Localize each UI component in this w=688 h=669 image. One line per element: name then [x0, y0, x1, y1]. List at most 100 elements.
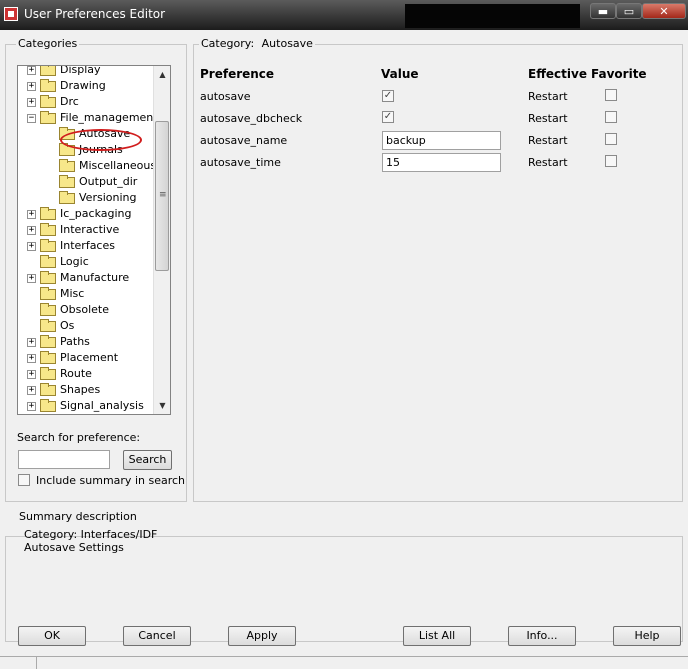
tree-item[interactable]: + Signal_analysis	[18, 398, 152, 414]
favorite-checkbox-autosave[interactable]	[605, 89, 617, 101]
pref-name-autosave-name: autosave_name	[200, 134, 288, 147]
minimize-button[interactable]: ▬	[590, 3, 616, 19]
tree-item[interactable]: + Route	[18, 366, 152, 382]
favorite-checkbox-autosave-time[interactable]	[605, 155, 617, 167]
folder-icon	[40, 351, 56, 364]
tree-item[interactable]: + Display	[18, 65, 152, 78]
maximize-button[interactable]: ▭	[616, 3, 642, 19]
collapse-icon[interactable]: −	[27, 114, 36, 123]
tree-item[interactable]: + Paths	[18, 334, 152, 350]
tree-item-label: Ic_packaging	[60, 207, 132, 220]
tree-item-label: Interfaces	[60, 239, 115, 252]
tree-item-label: Misc	[60, 287, 85, 300]
folder-icon	[40, 319, 56, 332]
pref-name-autosave-time: autosave_time	[200, 156, 281, 169]
expand-icon[interactable]: +	[27, 386, 36, 395]
header-effective: Effective	[528, 67, 587, 81]
expand-icon[interactable]: +	[27, 82, 36, 91]
title-bar-region	[405, 4, 580, 28]
window-title: User Preferences Editor	[24, 7, 166, 21]
search-button[interactable]: Search	[123, 450, 172, 470]
tree-item[interactable]: + Drawing	[18, 78, 152, 94]
tree-item-label: Manufacture	[60, 271, 130, 284]
expand-icon[interactable]: +	[27, 242, 36, 251]
help-button[interactable]: Help	[613, 626, 681, 646]
tree-item[interactable]: + Drc	[18, 94, 152, 110]
tree-item[interactable]: + Interfaces	[18, 238, 152, 254]
folder-icon	[40, 223, 56, 236]
expand-icon[interactable]: +	[27, 226, 36, 235]
tree-item[interactable]: + Ic_packaging	[18, 206, 152, 222]
folder-icon	[59, 175, 75, 188]
category-tree[interactable]: + Display + Drawing + Drc − File_management Auto…	[17, 65, 171, 415]
expand-icon[interactable]: +	[27, 370, 36, 379]
tree-item[interactable]: + Shapes	[18, 382, 152, 398]
folder-icon	[40, 303, 56, 316]
folder-icon	[40, 399, 56, 412]
grip-icon: ≡	[159, 190, 167, 200]
expand-icon[interactable]: +	[27, 274, 36, 283]
status-strip	[0, 656, 688, 669]
pref-name-autosave-dbcheck: autosave_dbcheck	[200, 112, 303, 125]
expand-icon[interactable]: +	[27, 98, 36, 107]
list-all-button[interactable]: List All	[403, 626, 471, 646]
effective-autosave-dbcheck: Restart	[528, 112, 568, 125]
search-input[interactable]	[18, 450, 110, 469]
include-summary-label: Include summary in search	[36, 474, 186, 487]
tree-item[interactable]: + Manufacture	[18, 270, 152, 286]
expand-icon[interactable]: +	[27, 338, 36, 347]
autosave-time-field[interactable]: 15	[382, 153, 501, 172]
expand-icon[interactable]: +	[27, 66, 36, 75]
folder-icon	[40, 383, 56, 396]
tree-item-label: Signal_analysis	[60, 399, 144, 412]
expand-icon[interactable]: +	[27, 402, 36, 411]
tree-item[interactable]: Logic	[18, 254, 152, 270]
folder-icon	[59, 191, 75, 204]
autosave-dbcheck-value-checkbox[interactable]: ✓	[382, 111, 394, 123]
tree-scrollbar[interactable]: ▲ ≡ ▼	[153, 66, 170, 414]
tree-item[interactable]: Misc	[18, 286, 152, 302]
close-button[interactable]: ✕	[642, 3, 686, 19]
expand-icon[interactable]: +	[27, 210, 36, 219]
scroll-down-icon[interactable]: ▼	[154, 397, 170, 414]
tree-item-label: Route	[60, 367, 92, 380]
category-title: Category: Autosave	[199, 37, 315, 50]
folder-icon	[40, 287, 56, 300]
favorite-checkbox-autosave-name[interactable]	[605, 133, 617, 145]
tree-item-label: Display	[60, 65, 101, 76]
ok-button[interactable]: OK	[18, 626, 86, 646]
title-bar: User Preferences Editor ▬ ▭ ✕	[0, 0, 688, 30]
expand-icon[interactable]: +	[27, 354, 36, 363]
status-divider	[36, 657, 37, 669]
tree-item[interactable]: Obsolete	[18, 302, 152, 318]
tree-item-label: Miscellaneous	[79, 159, 157, 172]
info-button[interactable]: Info...	[508, 626, 576, 646]
tree-item-label: Drawing	[60, 79, 106, 92]
effective-autosave: Restart	[528, 90, 568, 103]
apply-button[interactable]: Apply	[228, 626, 296, 646]
favorite-checkbox-autosave-dbcheck[interactable]	[605, 111, 617, 123]
tree-item[interactable]: + Interactive	[18, 222, 152, 238]
autosave-name-field[interactable]: backup	[382, 131, 501, 150]
tree-item[interactable]: Output_dir	[18, 174, 152, 190]
tree-item-label: Paths	[60, 335, 90, 348]
tree-item-label: Obsolete	[60, 303, 110, 316]
folder-icon	[40, 111, 56, 124]
tree-item[interactable]: Os	[18, 318, 152, 334]
include-summary-checkbox[interactable]	[18, 474, 30, 486]
tree-item[interactable]: − File_management	[18, 110, 158, 126]
tree-item-label: Placement	[60, 351, 119, 364]
header-value: Value	[381, 67, 419, 81]
folder-icon	[40, 95, 56, 108]
tree-item-label: File_management	[60, 111, 158, 124]
scrollbar-thumb[interactable]: ≡	[155, 121, 169, 271]
summary-line-description: Autosave Settings	[24, 541, 124, 554]
tree-item[interactable]: + Placement	[18, 350, 152, 366]
tree-item[interactable]: Versioning	[18, 190, 152, 206]
tree-item[interactable]: Miscellaneous	[18, 158, 156, 174]
cancel-button[interactable]: Cancel	[123, 626, 191, 646]
scroll-up-icon[interactable]: ▲	[154, 66, 170, 83]
autosave-value-checkbox[interactable]: ✓	[382, 90, 394, 102]
app-icon	[4, 7, 18, 21]
tree-item-label: Drc	[60, 95, 79, 108]
